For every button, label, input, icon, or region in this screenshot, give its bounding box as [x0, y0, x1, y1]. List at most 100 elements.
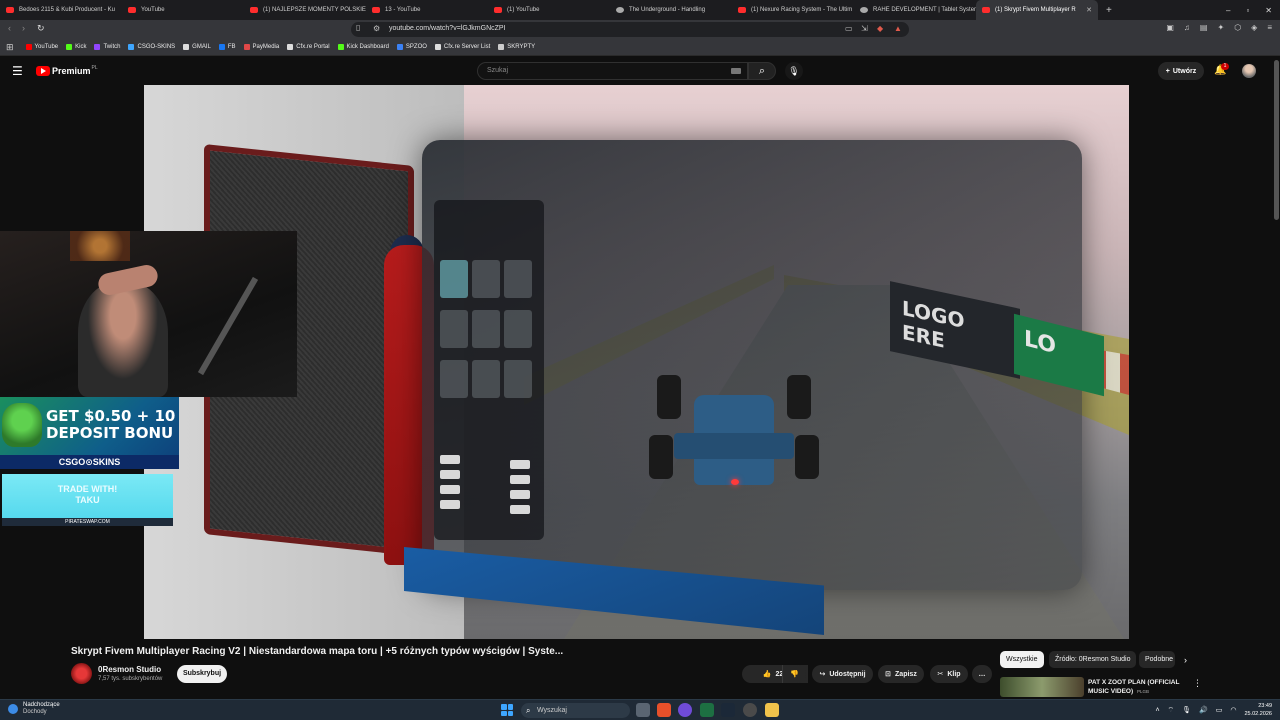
search-button[interactable]: ⌕	[748, 62, 776, 80]
browser-tab[interactable]: The Underground - Handling	[610, 0, 732, 20]
browser-tab[interactable]: (1) YouTube	[488, 0, 610, 20]
search-input[interactable]: Szukaj	[477, 62, 748, 80]
sponsor-promo-text: GET $0.50 + 10 DEPOSIT BONU	[46, 407, 176, 442]
volume-icon[interactable]: 🔊	[1199, 706, 1208, 714]
wifi-icon[interactable]: ◠	[1230, 706, 1236, 714]
network-icon[interactable]: ⌔	[1168, 706, 1175, 715]
bookmark-item[interactable]: Twitch	[94, 44, 120, 50]
minimize-icon[interactable]: –	[1226, 6, 1230, 15]
file-explorer-icon[interactable]	[765, 703, 779, 717]
bookmark-item[interactable]: SPZOO	[396, 44, 427, 50]
bookmark-item[interactable]: CSGO-SKINS	[128, 44, 175, 50]
browser-tab[interactable]: Bedoes 2115 & Kubi Producent - Ku	[0, 0, 122, 20]
chip-source[interactable]: Źródło: 0Resmon Studio	[1049, 651, 1137, 668]
browser-tab[interactable]: (1) NAJLEPSZE MOMENTY POLSKIE	[244, 0, 366, 20]
create-label: Utwórz	[1172, 67, 1197, 75]
option-toggle	[440, 500, 460, 509]
bookmark-item[interactable]: PayMedia	[243, 44, 279, 50]
bookmark-item[interactable]: Cfx.re Portal	[287, 44, 330, 50]
dislike-button[interactable]: 👎	[782, 665, 806, 683]
plus-icon: +	[1165, 67, 1170, 75]
bookmark-item[interactable]: FB	[218, 44, 236, 50]
save-button[interactable]: ⊡ Zapisz	[878, 665, 924, 683]
bookmark-item[interactable]: GMAIL	[183, 44, 211, 50]
channel-avatar[interactable]	[71, 663, 92, 684]
bookmark-star-icon[interactable]: ▯	[356, 23, 360, 32]
extensions-icon[interactable]: ⬡	[1234, 23, 1241, 32]
keyboard-icon[interactable]	[731, 68, 741, 74]
browser-tab[interactable]: (1) Nexure Racing System - The Ultim	[732, 0, 854, 20]
taskbar-search[interactable]: ⌕ Wyszukaj	[521, 703, 630, 718]
more-actions-button[interactable]: …	[972, 665, 992, 683]
address-bar[interactable]: ▯ ⚙ youtube.com/watch?v=lGJkmGNcZPI ▭ ⇲ …	[351, 22, 909, 37]
bookmark-item[interactable]: SKRYPTY	[498, 44, 535, 50]
new-tab-button[interactable]: +	[1106, 5, 1112, 16]
chevron-up-icon[interactable]: ˄	[1155, 707, 1159, 714]
close-tab-icon[interactable]: ✕	[1086, 6, 1092, 14]
hamburger-menu-icon[interactable]: ☰	[12, 64, 23, 78]
tab-title: The Underground - Handling	[629, 7, 706, 13]
bookmark-favicon-icon	[287, 44, 294, 50]
close-window-icon[interactable]: ✕	[1265, 6, 1272, 15]
site-info-icon[interactable]: ⚙	[373, 24, 380, 33]
create-button[interactable]: + Utwórz	[1158, 62, 1204, 80]
share-page-icon[interactable]: ⇲	[861, 24, 868, 33]
car-rear-light	[731, 479, 739, 485]
page-scrollbar[interactable]	[1274, 60, 1279, 220]
start-windows-icon[interactable]	[501, 704, 513, 716]
trade-text: TRADE WITH! TAKU	[57, 484, 118, 505]
chip-similar[interactable]: Podobne	[1139, 651, 1175, 668]
more-vertical-icon[interactable]: ⋮	[1193, 678, 1202, 689]
sidebar-icon[interactable]: ▤	[1200, 23, 1208, 32]
share-button[interactable]: ↪ Udostępnij	[812, 665, 873, 683]
browser-tab[interactable]: RAHE DEVELOPMENT | Tablet System	[854, 0, 976, 20]
browser-menu-icon[interactable]: ≡	[1267, 23, 1272, 32]
chevron-right-icon[interactable]: ›	[1184, 655, 1187, 665]
share-icon: ↪	[819, 671, 826, 678]
browser-tab[interactable]: 13 - YouTube	[366, 0, 488, 20]
music-icon[interactable]: ♫	[1184, 23, 1190, 32]
tab-title: YouTube	[141, 7, 165, 13]
chip-all[interactable]: Wszystkie	[1000, 651, 1044, 668]
apps-grid-icon[interactable]: ⊞	[6, 42, 14, 53]
account-avatar[interactable]	[1242, 64, 1256, 78]
vehicle-slot	[472, 360, 500, 398]
reload-icon[interactable]: ↻	[37, 23, 45, 34]
discord-icon[interactable]	[678, 703, 692, 717]
wallet-icon[interactable]: ▣	[1166, 23, 1174, 32]
install-icon[interactable]: ▭	[845, 24, 853, 33]
option-toggle	[510, 460, 530, 469]
brave-browser-icon[interactable]	[657, 703, 671, 717]
leo-icon[interactable]: ✦	[1217, 23, 1224, 32]
brave-shield-icon[interactable]: ◆	[877, 24, 883, 33]
recommended-channel: PLGB	[1137, 689, 1150, 694]
channel-name[interactable]: 0Resmon Studio	[98, 665, 161, 674]
weather-widget[interactable]: Nadchodzące Dochody	[8, 702, 60, 716]
bookmark-item[interactable]: Kick Dashboard	[337, 44, 389, 50]
clip-button[interactable]: ✂ Klip	[930, 665, 968, 683]
maximize-icon[interactable]: ▫	[1246, 6, 1249, 15]
voice-search-icon[interactable]: 🎙	[785, 62, 803, 80]
microphone-icon[interactable]: 🎙	[1182, 706, 1191, 714]
browser-tab-strip: Bedoes 2115 & Kubi Producent - Ku YouTube…	[0, 0, 1280, 20]
bookmark-item[interactable]: Cfx.re Server List	[434, 44, 490, 50]
excel-icon[interactable]	[700, 703, 714, 717]
back-icon[interactable]: ‹	[8, 23, 11, 33]
forward-icon[interactable]: ›	[22, 23, 25, 33]
recommended-thumbnail[interactable]	[1000, 677, 1084, 697]
youtube-premium-logo[interactable]: Premium PL	[36, 65, 98, 76]
bookmark-label: Kick	[75, 44, 87, 50]
steam-icon[interactable]	[721, 703, 735, 717]
bookmark-item[interactable]: Kick	[66, 44, 86, 50]
bookmark-item[interactable]: YouTube	[25, 44, 58, 50]
browser-tab[interactable]: YouTube	[122, 0, 244, 20]
recommended-title[interactable]: PAT X ZOOT PLAN (OFFICIAL MUSIC VIDEO)	[1088, 678, 1179, 696]
clock[interactable]: 23:49 25.02.2026	[1244, 702, 1272, 718]
rewards-icon[interactable]: ▲	[894, 24, 902, 33]
browser-tab[interactable]: (1) Skrypt Fivem Multiplayer R ✕	[976, 0, 1098, 20]
subscribe-button[interactable]: Subskrybuj	[177, 665, 227, 683]
battery-icon[interactable]: ▭	[1216, 706, 1223, 714]
vpn-icon[interactable]: ◈	[1251, 23, 1257, 32]
task-view-icon[interactable]	[636, 703, 650, 717]
obs-icon[interactable]	[743, 703, 757, 717]
